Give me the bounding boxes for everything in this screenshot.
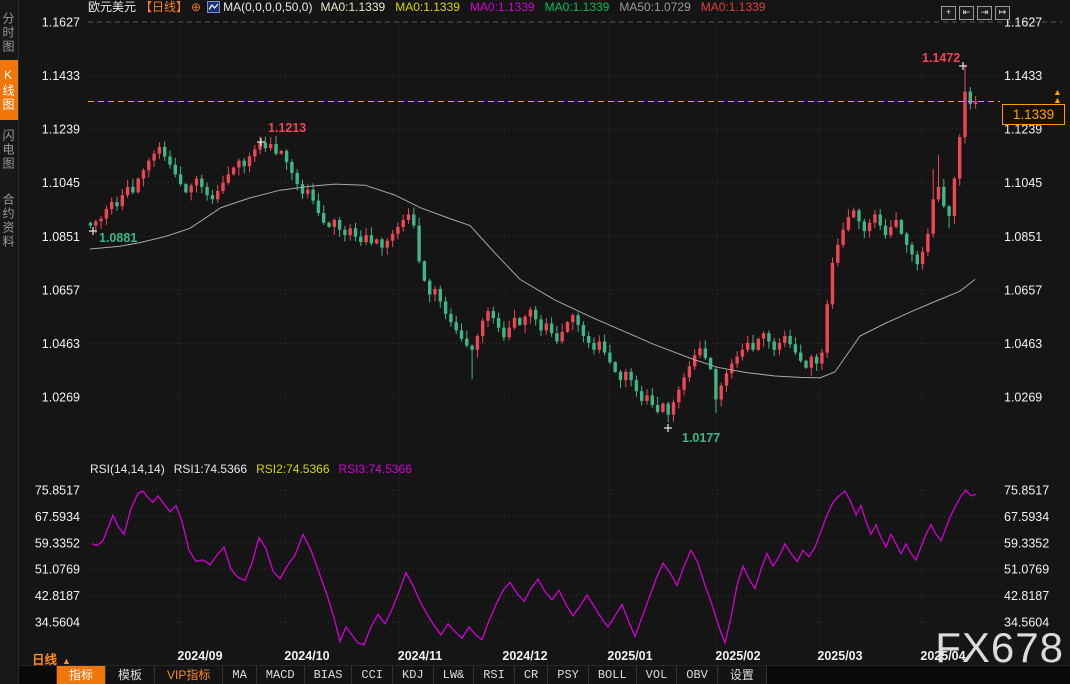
indicator-button-ma[interactable]: MA [223,666,256,684]
price-axis-label-left: 1.1433 [42,69,80,83]
price-axis-label-left: 1.0269 [42,391,80,405]
ma-value-label: MA0:1.1339 [470,0,535,14]
rsi-axis-label-left: 51.0769 [35,563,80,577]
price-axis-label-left: 1.1627 [42,16,80,30]
price-axis-label-right: 1.1045 [1004,176,1042,190]
zoom-out-icon[interactable]: ⇤ [959,6,974,20]
rsi-axis-label-left: 67.5934 [35,510,80,524]
sidebar-tab-flash-chart[interactable]: 闪电图 [0,120,18,180]
candlestick-chart-canvas[interactable]: 1.16271.16271.14331.14331.12391.12391.10… [0,0,1070,664]
x-axis-label: 2025/01 [607,649,652,663]
rsi-axis-label-right: 51.0769 [1004,563,1049,577]
rsi-header: RSI(14,14,14) RSI1:74.5366 RSI2:74.5366 RSI… [90,462,421,476]
rsi-formula: RSI(14,14,14) [90,462,165,476]
ma50-line [90,184,975,378]
x-axis-label: 2025/03 [817,649,862,663]
indicator-tab-button[interactable]: 指标 [56,666,106,684]
indicator-button-kdj[interactable]: KDJ [393,666,434,684]
ma-formula: MA(0,0,0,0,50,0) [223,0,312,14]
price-annotation: 1.1472 [922,51,960,65]
price-axis-label-right: 1.0463 [1004,337,1042,351]
ma-value-label: MA50:1.0729 [619,0,690,14]
settings-button[interactable]: 设置 [718,666,767,684]
rsi-axis-label-left: 75.8517 [35,484,80,498]
goto-latest-icon[interactable]: ↦ [995,6,1010,20]
rsi-axis-label-right: 42.8187 [1004,589,1049,603]
chart-type-icon[interactable] [207,1,220,13]
indicator-button-macd[interactable]: MACD [257,666,305,684]
period-selector-arrow-icon: ▲ [62,656,71,666]
x-axis-label: 2025/04 [920,649,965,663]
indicator-button-lw[interactable]: LW& [434,666,475,684]
trading-app-window: 分时图 K线图 闪电图 合约资料 欧元美元【日线】⊕ MA(0,0,0,0,50… [0,0,1070,684]
sidebar-tab-candle-chart[interactable]: K线图 [0,60,18,120]
rsi1-value: RSI1:74.5366 [174,462,247,476]
rsi-axis-label-right: 67.5934 [1004,510,1049,524]
indicator-button-rsi[interactable]: RSI [474,666,515,684]
template-tab-button[interactable]: 模板 [106,666,155,684]
indicator-button-obv[interactable]: OBV [677,666,718,684]
x-axis-label: 2024/12 [502,649,547,663]
indicator-button-bias[interactable]: BIAS [305,666,353,684]
symbol-name: 欧元美元 [88,0,136,14]
rsi2-value: RSI2:74.5366 [256,462,329,476]
price-axis-label-left: 1.1239 [42,123,80,137]
rsi3-value: RSI3:74.5366 [339,462,412,476]
x-axis-label: 2024/11 [398,649,443,663]
rsi-axis-label-right: 59.3352 [1004,536,1049,550]
price-axis-label-right: 1.0269 [1004,391,1042,405]
add-symbol-icon[interactable]: ⊕ [191,0,201,14]
candles [89,65,978,423]
x-axis-label: 2024/09 [177,649,222,663]
rsi-axis-label-left: 34.5604 [35,616,80,630]
indicator-button-vol[interactable]: VOL [637,666,678,684]
crosshair-icon[interactable]: + [941,6,956,20]
price-axis-label-left: 1.0851 [42,230,80,244]
price-annotation: 1.1213 [268,121,306,135]
rsi-axis-label-right: 75.8517 [1004,484,1049,498]
price-annotation: 1.0881 [99,231,137,245]
price-axis-label-right: 1.1433 [1004,69,1042,83]
ma-value-label: MA0:1.1339 [701,0,766,14]
rsi-axis-label-left: 42.8187 [35,589,80,603]
indicator-button-cci[interactable]: CCI [352,666,393,684]
ma-value-labels: MA0:1.1339 MA0:1.1339 MA0:1.1339 MA0:1.1339… [320,0,775,14]
indicator-button-psy[interactable]: PSY [548,666,589,684]
x-axis-label: 2025/02 [715,649,760,663]
rsi-line [92,490,976,644]
sidebar-tab-time-chart[interactable]: 分时图 [0,4,18,62]
price-annotation: 1.0177 [682,431,720,445]
price-axis-label-left: 1.0463 [42,337,80,351]
price-axis-label-right: 1.0657 [1004,283,1042,297]
indicator-toolbar: 指标 模板 VIP指标 MA MACD BIAS CCI KDJ LW& RSI… [19,665,1070,684]
x-axis-label: 2024/10 [284,649,329,663]
sidebar: 分时图 K线图 闪电图 合约资料 [0,0,19,684]
chart-window-controls: +⇤⇥↦ [938,2,1010,15]
vip-indicator-button[interactable]: VIP指标 [155,666,223,684]
indicator-button-boll[interactable]: BOLL [589,666,637,684]
period-badge[interactable]: 【日线】 [140,0,188,14]
ma-value-label: MA0:1.1339 [395,0,460,14]
indicator-button-cr[interactable]: CR [515,666,548,684]
price-axis-label-left: 1.0657 [42,283,80,297]
price-axis-label-left: 1.1045 [42,176,80,190]
period-selector[interactable]: 日线 ▲ [32,649,71,668]
price-up-arrows: ▲▲ [1053,88,1062,104]
zoom-in-icon[interactable]: ⇥ [977,6,992,20]
sidebar-tab-contract-info[interactable]: 合约资料 [0,182,18,260]
last-price-label: 1.1339 [1002,104,1065,125]
rsi-axis-label-left: 59.3352 [35,536,80,550]
price-axis-label-right: 1.0851 [1004,230,1042,244]
ma-value-label: MA0:1.1339 [320,0,385,14]
ma-value-label: MA0:1.1339 [545,0,610,14]
chart-header: 欧元美元【日线】⊕ MA(0,0,0,0,50,0)MA0:1.1339MA0:… [88,0,775,15]
period-selector-label: 日线 [32,653,57,667]
